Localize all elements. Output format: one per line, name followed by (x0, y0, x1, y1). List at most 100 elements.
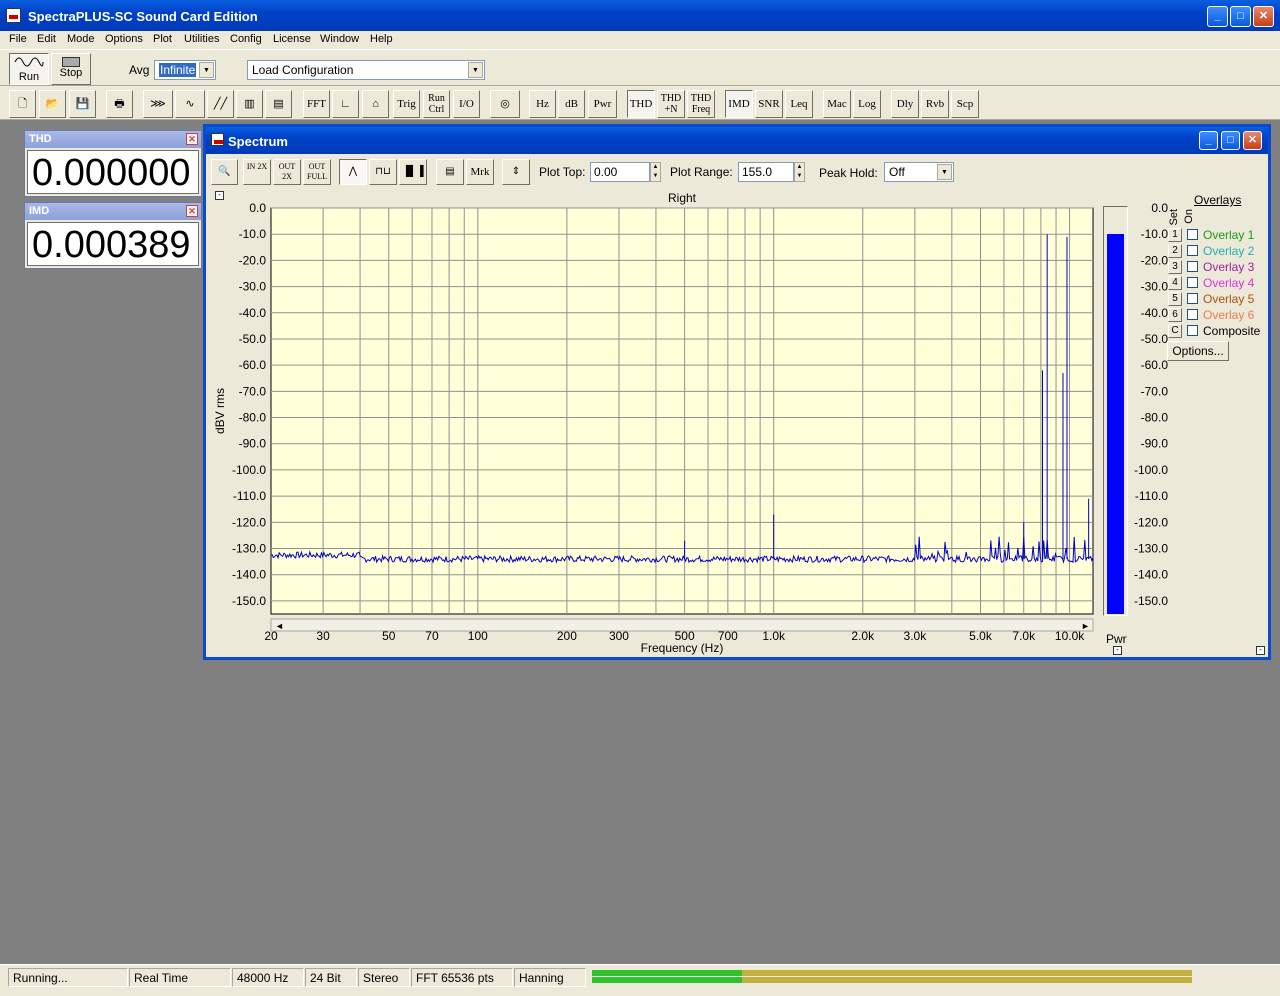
snr-button[interactable]: SNR (755, 90, 783, 118)
close-icon[interactable]: ✕ (186, 133, 198, 145)
window-collapse-button[interactable]: - (1256, 646, 1265, 655)
bar-graph-icon: ▐▌▐ (402, 166, 424, 177)
hz-button[interactable]: Hz (529, 90, 556, 118)
minimize-button[interactable]: _ (1207, 6, 1228, 27)
zoom-out-full-button[interactable]: OUT FULL (303, 159, 331, 185)
pwr-tick-label: -150.0 (1134, 594, 1168, 608)
plot-range-input[interactable]: 155.0 (738, 162, 794, 182)
line-plot-button[interactable]: ⋀ (339, 159, 367, 185)
thd-button[interactable]: THD (627, 90, 655, 118)
chevron-down-icon[interactable]: ▼ (199, 62, 214, 78)
overlay-checkbox[interactable] (1187, 245, 1198, 256)
stop-label: Stop (59, 67, 83, 79)
pwr-button[interactable]: Pwr (588, 90, 617, 118)
stop-button[interactable]: Stop (51, 53, 91, 85)
thd-freq-button[interactable]: THD Freq (687, 90, 715, 118)
print-button[interactable]: 🖶 (106, 90, 133, 118)
pwr-tick-label: 0.0 (1151, 201, 1168, 215)
menu-config[interactable]: Config (230, 33, 262, 45)
dly-button[interactable]: Dly (891, 90, 919, 118)
marker-button[interactable]: Mrk (466, 159, 494, 185)
imd-meter[interactable]: IMD ✕ 0.000389 % (24, 202, 202, 269)
new-file-button[interactable]: 🗋 (9, 90, 36, 118)
overlay-checkbox[interactable] (1187, 293, 1198, 304)
overlay-set-button[interactable]: 2 (1168, 244, 1182, 258)
overlay-set-button[interactable]: 3 (1168, 260, 1182, 274)
menu-plot[interactable]: Plot (153, 33, 172, 45)
signal-gen-button[interactable]: ⋙ (143, 90, 173, 118)
generator-button[interactable]: ◎ (490, 90, 520, 118)
zoom-out-2x-button[interactable]: OUT 2X (273, 159, 301, 185)
step-plot-button[interactable]: ⊓⊔ (369, 159, 397, 185)
thd-n-button[interactable]: THD +N (657, 90, 685, 118)
peak-hold-select[interactable]: Off ▼ (884, 162, 954, 182)
pwr-collapse-button[interactable]: - (1113, 646, 1122, 655)
db-button[interactable]: dB (558, 90, 585, 118)
spectrum-close-button[interactable]: ✕ (1243, 131, 1262, 150)
open-file-button[interactable]: 📂 (39, 90, 66, 118)
chevron-down-icon[interactable]: ▼ (468, 62, 483, 78)
chevron-down-icon[interactable]: ▼ (937, 164, 952, 180)
config-select[interactable]: Load Configuration ▼ (247, 60, 485, 80)
menu-edit[interactable]: Edit (37, 33, 56, 45)
zoom-in-2x-button[interactable]: IN 2X (243, 159, 271, 185)
menu-options[interactable]: Options (105, 33, 143, 45)
imd-button[interactable]: IMD (725, 90, 753, 118)
log-button[interactable]: Log (853, 90, 881, 118)
sawtooth-button[interactable]: ╱╱ (207, 90, 234, 118)
save-button[interactable]: 💾 (69, 90, 96, 118)
trig-button[interactable]: Trig (393, 90, 420, 118)
leq-button[interactable]: Leq (785, 90, 813, 118)
overlay-set-button[interactable]: C (1168, 324, 1182, 338)
magnifier-icon: 🔍 (218, 166, 231, 177)
overlay-checkbox[interactable] (1187, 277, 1198, 288)
overlay-checkbox[interactable] (1187, 261, 1198, 272)
level-meter (590, 969, 1192, 985)
close-button[interactable]: ✕ (1253, 6, 1274, 27)
overlay-checkbox[interactable] (1187, 309, 1198, 320)
menu-window[interactable]: Window (320, 33, 359, 45)
overlay-checkbox[interactable] (1187, 229, 1198, 240)
options-button[interactable]: Options... (1167, 341, 1229, 361)
overlay-set-button[interactable]: 1 (1168, 228, 1182, 242)
scope-button[interactable]: ∿ (175, 90, 205, 118)
spectrum-maximize-button[interactable]: □ (1221, 131, 1240, 150)
3d-surface-button[interactable]: ▤ (265, 90, 292, 118)
spectrum-minimize-button[interactable]: _ (1199, 131, 1218, 150)
plot-top-input[interactable]: 0.00 (590, 162, 650, 182)
overlay-label: Overlay 2 (1203, 244, 1255, 258)
menu-help[interactable]: Help (370, 33, 393, 45)
thd-meter[interactable]: THD ✕ 0.000000 % (24, 130, 202, 197)
close-icon[interactable]: ✕ (186, 205, 198, 217)
fft-button[interactable]: FFT (303, 90, 330, 118)
mac-button[interactable]: Mac (823, 90, 851, 118)
rvb-button[interactable]: Rvb (921, 90, 949, 118)
overlay-set-button[interactable]: 5 (1168, 292, 1182, 306)
menu-mode[interactable]: Mode (67, 33, 95, 45)
spectrum-chart[interactable]: 0.0 -10.0 -20.0 -30.0 -40.0 -50.0 -60.0 -70.0 -8… (206, 187, 1166, 657)
scale-button[interactable]: ⇕ (502, 159, 530, 185)
axis-button[interactable]: ∟ (332, 90, 359, 118)
overlay-set-button[interactable]: 6 (1168, 308, 1182, 322)
status-bits: 24 Bit (305, 968, 357, 987)
avg-select[interactable]: Infinite ▼ (154, 60, 216, 80)
maximize-button[interactable]: □ (1230, 6, 1251, 27)
io-button[interactable]: I/O (453, 90, 480, 118)
menu-file[interactable]: File (9, 33, 27, 45)
menu-utilities[interactable]: Utilities (184, 33, 219, 45)
run-button[interactable]: Run (9, 53, 49, 85)
zoom-button[interactable]: 🔍 (211, 159, 238, 185)
scp-button[interactable]: Scp (951, 90, 979, 118)
spectrogram-button[interactable]: ▥ (236, 90, 263, 118)
table-view-button[interactable]: ▤ (436, 159, 464, 185)
plot-range-spinner[interactable]: ▲ ▼ (794, 162, 805, 182)
sine-circle-icon: ◎ (500, 98, 510, 110)
bar-plot-button[interactable]: ▐▌▐ (399, 159, 427, 185)
overlay-checkbox[interactable] (1187, 325, 1198, 336)
plot-top-spinner[interactable]: ▲ ▼ (650, 162, 661, 182)
trigger-icon-button[interactable]: ⌂ (362, 90, 389, 118)
run-ctrl-button[interactable]: Run Ctrl (423, 90, 450, 118)
menu-license[interactable]: License (273, 33, 311, 45)
plot-collapse-button[interactable]: - (215, 191, 224, 200)
overlay-set-button[interactable]: 4 (1168, 276, 1182, 290)
